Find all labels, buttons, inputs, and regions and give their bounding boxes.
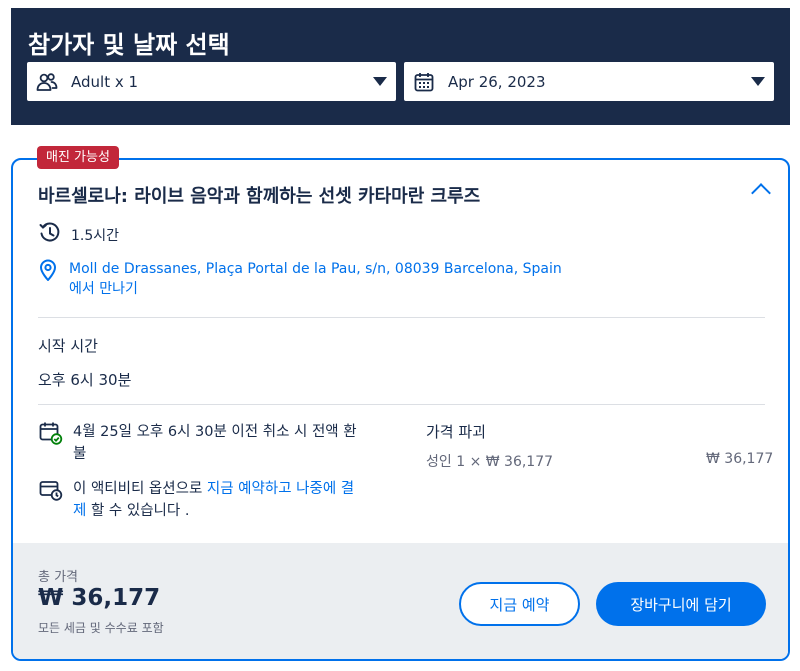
- chevron-down-icon: [373, 77, 387, 86]
- reserve-later-prefix: 이 액티비티 옵션으로: [73, 481, 207, 497]
- price-breakdown-amount: ₩ 36,177: [706, 451, 774, 467]
- people-icon: [36, 71, 58, 93]
- cancellation-text: 4월 25일 오후 6시 30분 이전 취소 시 전액 환불: [73, 424, 357, 462]
- location-pin-icon: [39, 259, 57, 299]
- booking-footer: 총 가격 ₩ 36,177 모든 세금 및 수수료 포함 지금 예약 장바구니에…: [13, 543, 788, 659]
- divider: [38, 404, 765, 405]
- chevron-up-icon[interactable]: [751, 183, 771, 203]
- meeting-point-address: Moll de Drassanes, Plaça Portal de la Pa…: [69, 261, 562, 277]
- activity-option-card: 바르셀로나: 라이브 음악과 함께하는 선셋 카타마란 크루즈 1.5시간 Mo…: [11, 158, 790, 661]
- wallet-clock-icon: [39, 478, 63, 522]
- duration-text: 1.5시간: [71, 228, 120, 244]
- meeting-point-link[interactable]: Moll de Drassanes, Plaça Portal de la Pa…: [69, 259, 562, 299]
- divider: [38, 317, 765, 318]
- meeting-point-suffix: 에서 만나기: [69, 281, 138, 297]
- total-price-note: 모든 세금 및 수수료 포함: [38, 621, 164, 635]
- add-to-cart-button[interactable]: 장바구니에 담기: [596, 582, 766, 626]
- duration-row: 1.5시간: [39, 222, 119, 248]
- total-price-value: ₩ 36,177: [38, 585, 161, 611]
- calendar-check-icon: [39, 421, 63, 465]
- chevron-down-icon: [751, 77, 765, 86]
- sellout-badge: 매진 가능성: [37, 146, 119, 169]
- meeting-point-row[interactable]: Moll de Drassanes, Plaça Portal de la Pa…: [39, 259, 562, 299]
- total-price-label: 총 가격: [38, 570, 79, 585]
- option-title: 바르셀로나: 라이브 음악과 함께하는 선셋 카타마란 크루즈: [38, 186, 481, 207]
- price-breakdown-label: 가격 파괴: [426, 423, 486, 441]
- book-now-button[interactable]: 지금 예약: [459, 582, 580, 626]
- cancellation-row: 4월 25일 오후 6시 30분 이전 취소 시 전액 환불: [39, 421, 363, 465]
- start-time-value: 오후 6시 30분: [38, 371, 132, 389]
- panel-title: 참가자 및 날짜 선택: [28, 31, 230, 59]
- reserve-later-row: 이 액티비티 옵션으로 지금 예약하고 나중에 결제 할 수 있습니다 .: [39, 478, 363, 522]
- participants-value: Adult x 1: [71, 72, 139, 91]
- date-select[interactable]: Apr 26, 2023: [404, 62, 774, 101]
- price-breakdown-line: 성인 1 × ₩ 36,177: [426, 454, 554, 470]
- participants-select[interactable]: Adult x 1: [27, 62, 396, 101]
- start-time-label: 시작 시간: [38, 337, 98, 355]
- calendar-icon: [413, 71, 435, 93]
- reserve-later-suffix: 할 수 있습니다 .: [86, 503, 190, 519]
- clock-history-icon: [39, 222, 61, 248]
- date-value: Apr 26, 2023: [448, 72, 546, 91]
- participant-date-panel: 참가자 및 날짜 선택 Adult x 1 Apr 26, 2023: [11, 8, 790, 125]
- reserve-later-text: 이 액티비티 옵션으로 지금 예약하고 나중에 결제 할 수 있습니다 .: [73, 478, 363, 522]
